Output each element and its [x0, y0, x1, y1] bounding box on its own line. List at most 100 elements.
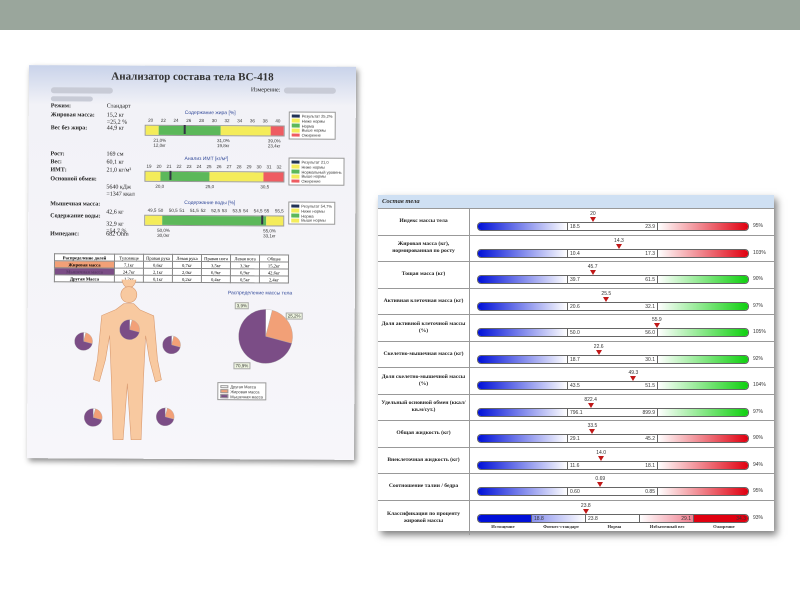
stat-value: 15,2 кг — [106, 112, 125, 119]
class-category-label: Норма — [607, 523, 622, 529]
class-bound: 29.1 — [681, 515, 691, 522]
legend-item: Выше нормы — [291, 218, 332, 223]
legend-swatch — [220, 394, 229, 398]
below-range-segment — [478, 355, 568, 363]
body-diagram — [74, 279, 293, 441]
above-range-segment — [658, 355, 748, 363]
stat-value: 60,1 кг — [106, 159, 124, 166]
stat-label: Рост: — [50, 151, 65, 158]
table-row: Индекс массы тела 18.5 23.9 20 95% — [378, 209, 774, 236]
scale-tick: 29 — [246, 164, 252, 170]
chart-title: Анализ ИМТ [кг/м²] — [184, 155, 229, 163]
scale-tick: 28 — [236, 164, 242, 170]
normal-range-segment: 0.60 0.85 — [568, 488, 658, 495]
scale-tick: 51 — [179, 207, 185, 213]
stat-label: Вес без жира: — [50, 125, 88, 132]
range-high: 0.85 — [645, 489, 655, 495]
scale-tick: 50,5 — [168, 207, 178, 213]
above-range-segment — [658, 276, 748, 283]
value-marker-icon — [587, 402, 594, 408]
scale-tick: 22 — [176, 163, 182, 169]
scale-tick: 24 — [173, 117, 179, 123]
threshold-label-2: 19,8кг — [216, 143, 230, 149]
value-marker-icon — [589, 270, 596, 275]
scale-tick: 54 — [243, 208, 249, 214]
table-row: Скелетно-мышечная масса (кг) 18.7 30.1 22.6… — [378, 341, 774, 368]
redacted-date — [283, 87, 336, 94]
human-body-figure — [93, 279, 162, 441]
percent-of-norm: 92% — [753, 355, 764, 362]
legend-swatch — [291, 204, 300, 208]
range-high: 30.1 — [645, 356, 655, 363]
table-row: Внеклеточная жидкость (кг) 11.6 18.1 14.0 94… — [378, 447, 774, 474]
row-label: Классификация по проценту жировой массы — [378, 500, 470, 535]
legend-swatch — [291, 118, 300, 123]
row-label: Индекс массы тела — [378, 209, 470, 235]
range-low: 796.1 — [570, 409, 583, 416]
scale-tick: 55 — [264, 208, 270, 214]
below-range-segment — [478, 461, 568, 469]
normal-range-segment: 43.5 51.5 — [568, 382, 658, 389]
row-label: Соотношение талии / бедра — [378, 474, 470, 500]
scale-tick: 32 — [224, 118, 230, 124]
chart-title: Содержание жира [%] — [184, 109, 236, 117]
above-range-segment — [658, 408, 748, 416]
class-category-label: Фитнес-стандарт — [543, 523, 579, 529]
above-range-segment — [658, 435, 748, 442]
pie-value-label: 70,9% — [233, 362, 251, 370]
stat-value: 32,9 кг — [106, 221, 124, 228]
percent-of-norm: 95% — [753, 488, 764, 494]
table-row: Соотношение талии / бедра 0.60 0.85 0.69 95% — [378, 474, 774, 501]
scale-tick: 23 — [186, 163, 192, 169]
legend-swatch — [291, 169, 300, 174]
legend-swatch — [291, 179, 300, 183]
scale-tick: 22 — [160, 117, 166, 123]
legend-swatch — [220, 384, 229, 389]
stat-label: Режим: — [50, 103, 71, 110]
range-bar: 18.7 30.1 — [477, 354, 749, 364]
range-bar: 50.0 56.0 — [477, 328, 749, 337]
slide-top-bar — [0, 0, 800, 30]
legend-item: Ожирение — [291, 179, 341, 184]
range-bar: 43.5 51.5 — [477, 381, 749, 390]
row-label: Внеклеточная жидкость (кг) — [378, 447, 470, 473]
range-segment — [209, 172, 264, 182]
range-low: 50.0 — [570, 330, 580, 336]
legend-swatch — [291, 218, 300, 223]
range-high: 17.3 — [645, 250, 655, 257]
percent-of-norm: 90% — [753, 435, 764, 441]
scale-tick: 30 — [256, 164, 262, 170]
stat-label: Вес: — [50, 159, 62, 166]
threshold-label: 20,0 — [155, 183, 165, 189]
percent-of-norm: 103% — [753, 249, 766, 256]
table-row: Доля скелетно-мышечной массы (%) 43.5 51.5… — [378, 368, 774, 395]
fat-classification-bar: 18.8 23.8 29.1 34.3 — [477, 513, 749, 523]
value-marker-icon — [615, 243, 622, 249]
legend-swatch — [291, 128, 300, 133]
class-segment: 29.1 — [640, 514, 694, 522]
below-range-segment — [478, 435, 568, 442]
value-marker-icon — [589, 429, 596, 434]
table-row: Удельный основной обмен (ккал/кв.м/сут.)… — [378, 394, 774, 421]
stat-value: 682 Ohm — [106, 231, 129, 238]
pie-title: Распределение массы тела — [227, 290, 293, 297]
below-range-segment — [478, 329, 568, 336]
chart-legend: Результат 25,2% Ниже нормы Норма Выше нормы… — [288, 111, 336, 140]
range-low: 10.4 — [570, 250, 580, 257]
legend-item: Ожирение — [291, 133, 333, 138]
value-marker-icon — [589, 217, 596, 222]
chart-legend: Результат 54,7% Ниже нормы Норма Выше нормы — [288, 201, 335, 225]
range-high: 23.9 — [645, 224, 655, 230]
scale-tick: 36 — [249, 118, 255, 124]
value-marker-icon — [598, 455, 605, 461]
scale-tick: 38 — [262, 118, 268, 124]
legend-swatch — [291, 133, 300, 137]
value-marker-icon — [653, 323, 660, 328]
range-high: 45.2 — [645, 436, 655, 442]
above-range-segment — [658, 461, 748, 469]
above-range-segment — [658, 329, 748, 336]
scale-tick: 52 — [200, 208, 206, 214]
measure-label: Измерение: — [250, 87, 281, 94]
class-bound: 23.8 — [588, 515, 598, 522]
class-categories: Истощение Фитнес-стандарт Норма Избыточный … — [477, 524, 749, 529]
